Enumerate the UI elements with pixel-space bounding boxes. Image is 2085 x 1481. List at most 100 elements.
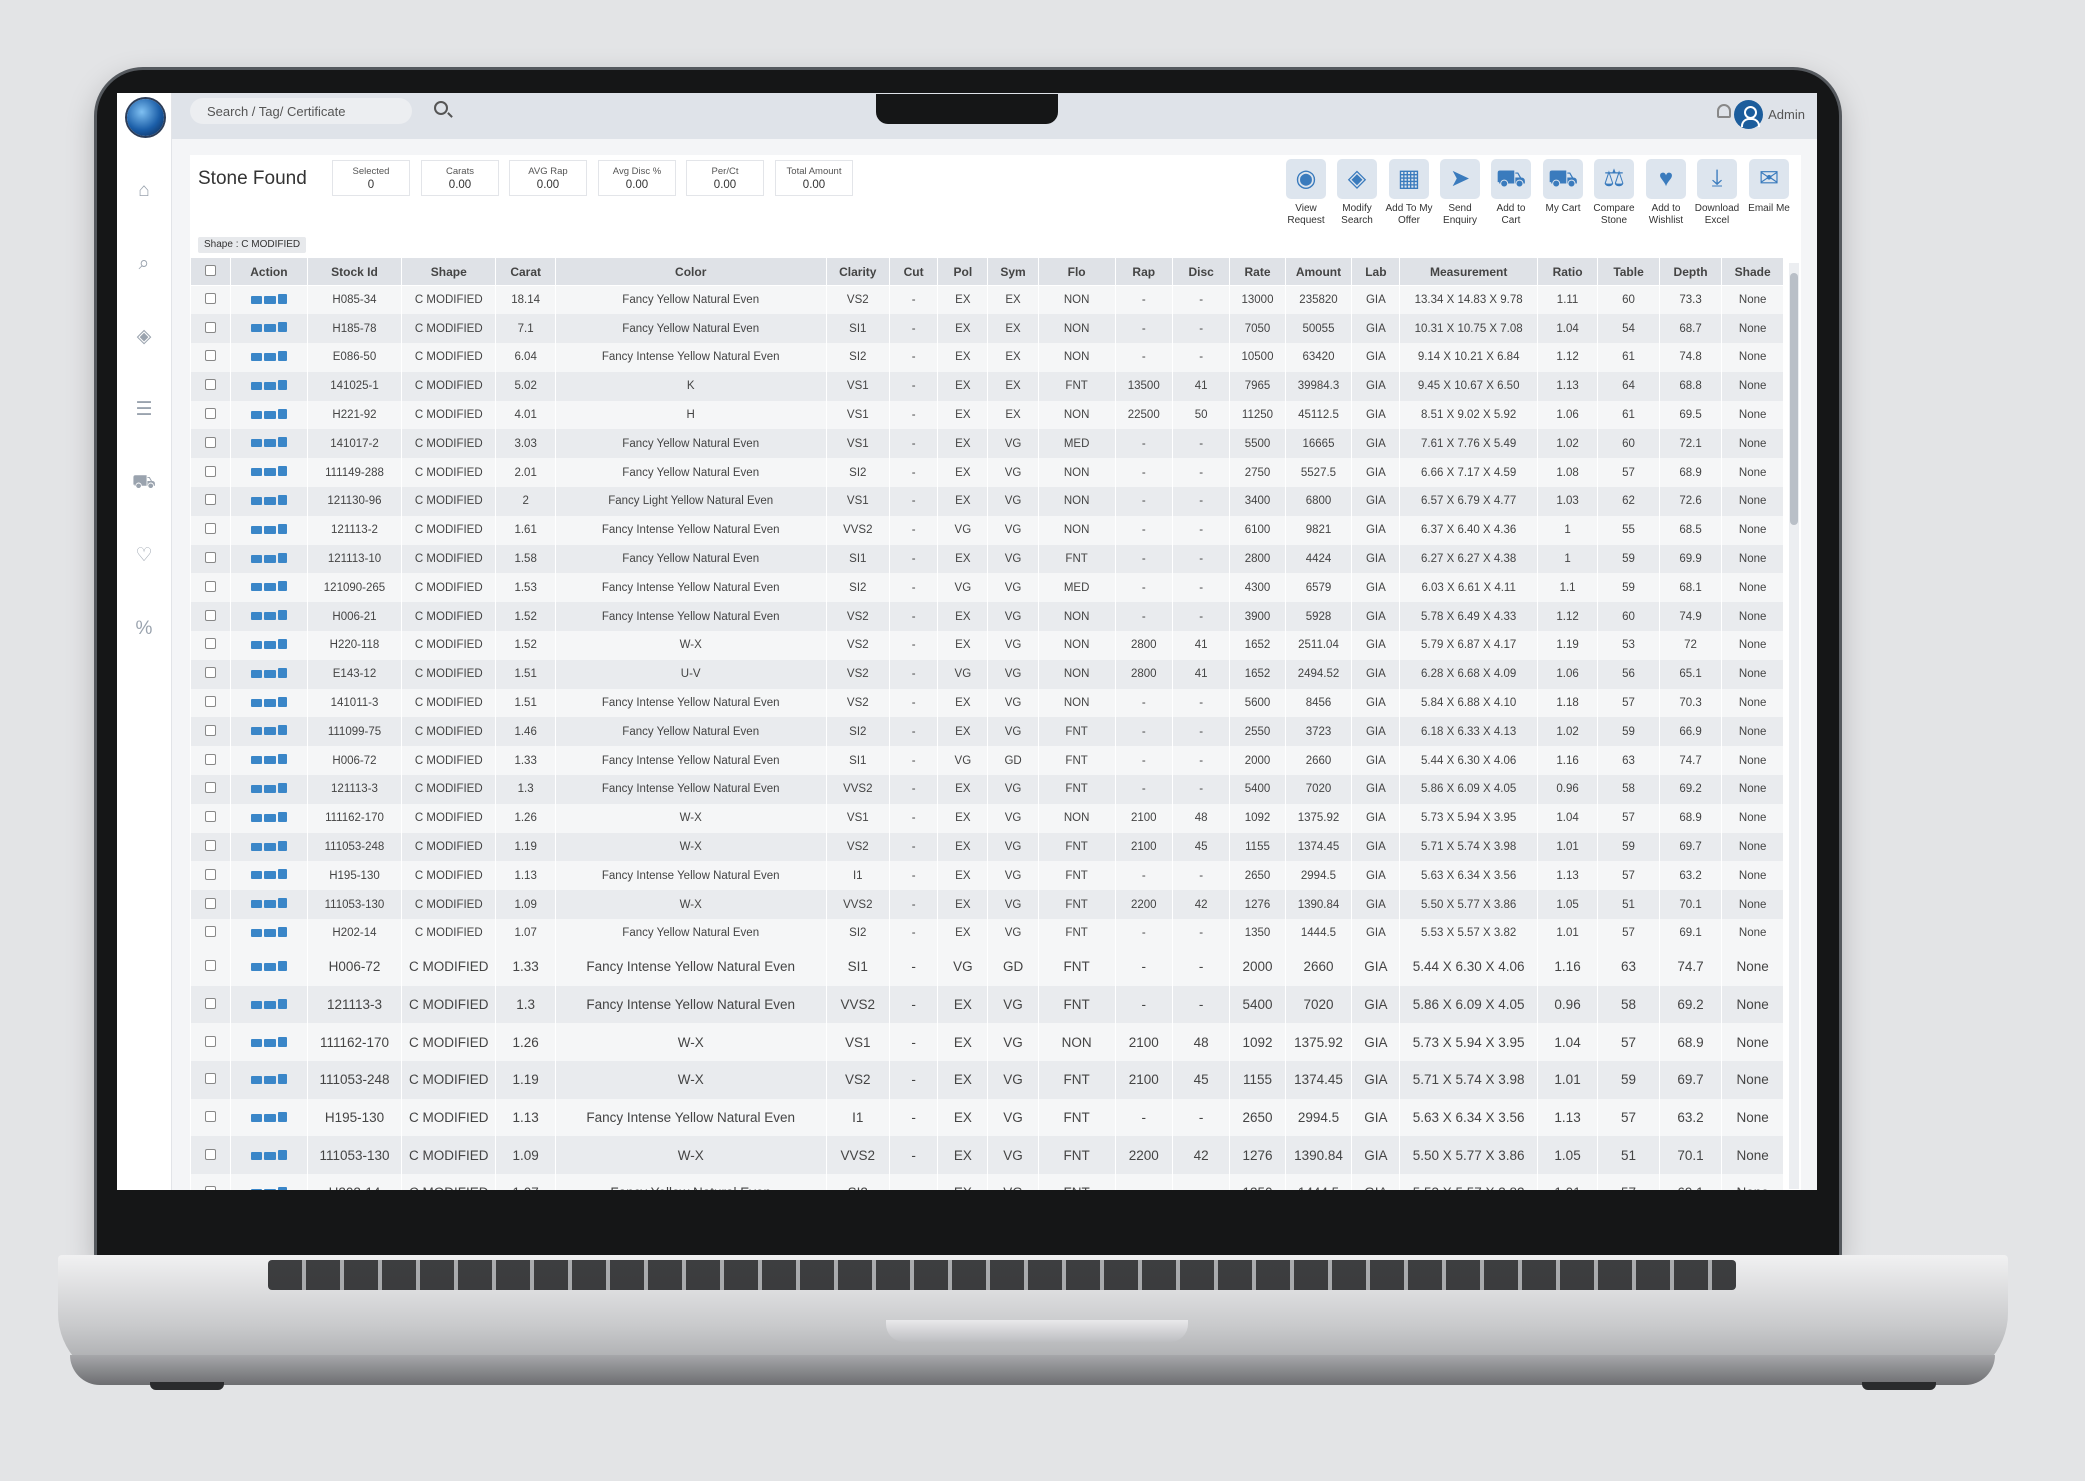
certificate-icon[interactable] bbox=[277, 1111, 287, 1122]
certificate-icon[interactable] bbox=[277, 696, 287, 707]
certificate-icon[interactable] bbox=[277, 1149, 287, 1160]
certificate-icon[interactable] bbox=[277, 552, 287, 563]
video-icon[interactable] bbox=[263, 1000, 276, 1009]
certificate-icon[interactable] bbox=[277, 638, 287, 649]
bell-icon[interactable] bbox=[1717, 104, 1731, 118]
row-checkbox[interactable] bbox=[204, 638, 216, 650]
row-select[interactable] bbox=[190, 985, 231, 1024]
certificate-icon[interactable] bbox=[277, 1036, 287, 1047]
table-row[interactable]: 111162-170 C MODIFIED 1.26 W-X VS1- EX VG NON 21… bbox=[190, 1023, 1784, 1061]
column-header[interactable]: Color bbox=[554, 257, 827, 286]
image-icon[interactable] bbox=[250, 352, 262, 361]
video-icon[interactable] bbox=[263, 784, 276, 793]
table-row[interactable]: H006-72 C MODIFIED 1.33 Fancy Intense Yello… bbox=[190, 746, 1784, 776]
image-icon[interactable] bbox=[250, 1076, 262, 1085]
column-header[interactable]: Rap bbox=[1114, 257, 1173, 286]
table-row[interactable]: 121130-96 C MODIFIED 2 Fancy Light Yellow N… bbox=[190, 487, 1784, 516]
image-icon[interactable] bbox=[250, 928, 262, 937]
heart-icon[interactable]: ♡ bbox=[130, 542, 158, 570]
list-icon[interactable]: ☰ bbox=[130, 396, 158, 424]
certificate-icon[interactable] bbox=[277, 523, 287, 534]
table-row[interactable]: 121113-10 C MODIFIED 1.58 Fancy Yellow Natu… bbox=[190, 544, 1784, 574]
download-excel-button[interactable]: ⤓ Download Excel bbox=[1692, 159, 1742, 237]
table-row[interactable]: 121090-265 C MODIFIED 1.53 Fancy Intense Ye… bbox=[190, 573, 1784, 603]
row-select[interactable] bbox=[190, 285, 231, 315]
user-name[interactable]: Admin bbox=[1768, 107, 1805, 122]
video-icon[interactable] bbox=[263, 669, 276, 678]
certificate-icon[interactable] bbox=[277, 869, 287, 880]
row-checkbox[interactable] bbox=[204, 609, 216, 621]
row-checkbox[interactable] bbox=[204, 1148, 216, 1160]
certificate-icon[interactable] bbox=[277, 782, 287, 793]
row-select[interactable] bbox=[190, 573, 231, 603]
certificate-icon[interactable] bbox=[277, 840, 287, 851]
video-icon[interactable] bbox=[263, 554, 276, 563]
certificate-icon[interactable] bbox=[277, 437, 287, 448]
video-icon[interactable] bbox=[263, 1151, 276, 1160]
row-checkbox[interactable] bbox=[204, 724, 216, 736]
add-to-cart-button[interactable]: ⛟ Add to Cart bbox=[1486, 159, 1536, 237]
video-icon[interactable] bbox=[263, 640, 276, 649]
table-row[interactable]: E086-50 C MODIFIED 6.04 Fancy Intense Yello… bbox=[190, 343, 1784, 372]
certificate-icon[interactable] bbox=[277, 350, 287, 361]
row-checkbox[interactable] bbox=[204, 840, 216, 852]
video-icon[interactable] bbox=[263, 295, 276, 304]
image-icon[interactable] bbox=[250, 756, 262, 765]
image-icon[interactable] bbox=[250, 468, 262, 477]
column-header[interactable]: Ratio bbox=[1536, 257, 1599, 286]
column-header[interactable]: Disc bbox=[1171, 257, 1231, 286]
row-select[interactable] bbox=[190, 775, 231, 804]
table-row[interactable]: 121113-3 C MODIFIED 1.3 Fancy Intense Yello… bbox=[190, 985, 1784, 1024]
video-icon[interactable] bbox=[263, 1113, 276, 1122]
view-request-button[interactable]: ◉ View Request bbox=[1281, 159, 1331, 237]
diamond-icon[interactable]: ◈ bbox=[130, 323, 158, 351]
row-select[interactable] bbox=[190, 659, 231, 689]
video-icon[interactable] bbox=[263, 410, 276, 419]
row-select[interactable] bbox=[190, 631, 231, 660]
image-icon[interactable] bbox=[250, 1113, 262, 1122]
row-checkbox[interactable] bbox=[204, 667, 216, 679]
video-icon[interactable] bbox=[263, 381, 276, 390]
my-cart-button[interactable]: ⛟ My Cart bbox=[1538, 159, 1588, 237]
image-icon[interactable] bbox=[250, 612, 262, 621]
row-checkbox[interactable] bbox=[204, 696, 216, 708]
image-icon[interactable] bbox=[250, 1151, 262, 1160]
table-row[interactable]: 111099-75 C MODIFIED 1.46 Fancy Yellow Natu… bbox=[190, 717, 1784, 747]
certificate-icon[interactable] bbox=[277, 494, 287, 505]
search-icon[interactable] bbox=[434, 101, 448, 115]
shape-filter-tag[interactable]: Shape : C MODIFIED bbox=[198, 237, 307, 253]
row-checkbox[interactable] bbox=[204, 321, 216, 333]
add-to-offer-button[interactable]: ▦ Add To My Offer bbox=[1384, 159, 1434, 237]
video-icon[interactable] bbox=[263, 496, 276, 505]
image-icon[interactable] bbox=[250, 813, 262, 822]
table-row[interactable]: H195-130 C MODIFIED 1.13 Fancy Intense Yell… bbox=[190, 861, 1784, 891]
row-checkbox[interactable] bbox=[204, 293, 216, 305]
video-icon[interactable] bbox=[263, 525, 276, 534]
table-row[interactable]: H085-34 C MODIFIED 18.14 Fancy Yellow Natur… bbox=[190, 285, 1784, 315]
row-select[interactable] bbox=[190, 602, 231, 632]
table-row[interactable]: H202-14C MODIFIED1.07Fancy Yellow Natura… bbox=[190, 1173, 1784, 1190]
image-icon[interactable] bbox=[250, 554, 262, 563]
row-checkbox[interactable] bbox=[204, 782, 216, 794]
row-checkbox[interactable] bbox=[204, 1035, 216, 1047]
image-icon[interactable] bbox=[250, 324, 262, 333]
row-select[interactable] bbox=[190, 544, 231, 574]
row-select[interactable] bbox=[190, 919, 231, 948]
image-icon[interactable] bbox=[250, 669, 262, 678]
certificate-icon[interactable] bbox=[277, 961, 287, 972]
column-header[interactable]: Carat bbox=[495, 257, 556, 286]
row-checkbox[interactable] bbox=[204, 997, 216, 1009]
row-checkbox[interactable] bbox=[204, 1110, 216, 1122]
certificate-icon[interactable] bbox=[277, 466, 287, 477]
table-row[interactable]: 111162-170 C MODIFIED 1.26 W-X VS1- EX VG NON 21… bbox=[190, 803, 1784, 833]
video-icon[interactable] bbox=[263, 612, 276, 621]
send-enquiry-button[interactable]: ➤ Send Enquiry bbox=[1435, 159, 1485, 237]
row-checkbox[interactable] bbox=[204, 552, 216, 564]
video-icon[interactable] bbox=[263, 1076, 276, 1085]
email-me-button[interactable]: ✉ Email Me bbox=[1744, 159, 1794, 237]
image-icon[interactable] bbox=[250, 871, 262, 880]
row-select[interactable] bbox=[190, 890, 231, 920]
column-header[interactable]: Measurement bbox=[1399, 257, 1538, 286]
row-checkbox[interactable] bbox=[204, 811, 216, 823]
row-checkbox[interactable] bbox=[204, 494, 216, 506]
